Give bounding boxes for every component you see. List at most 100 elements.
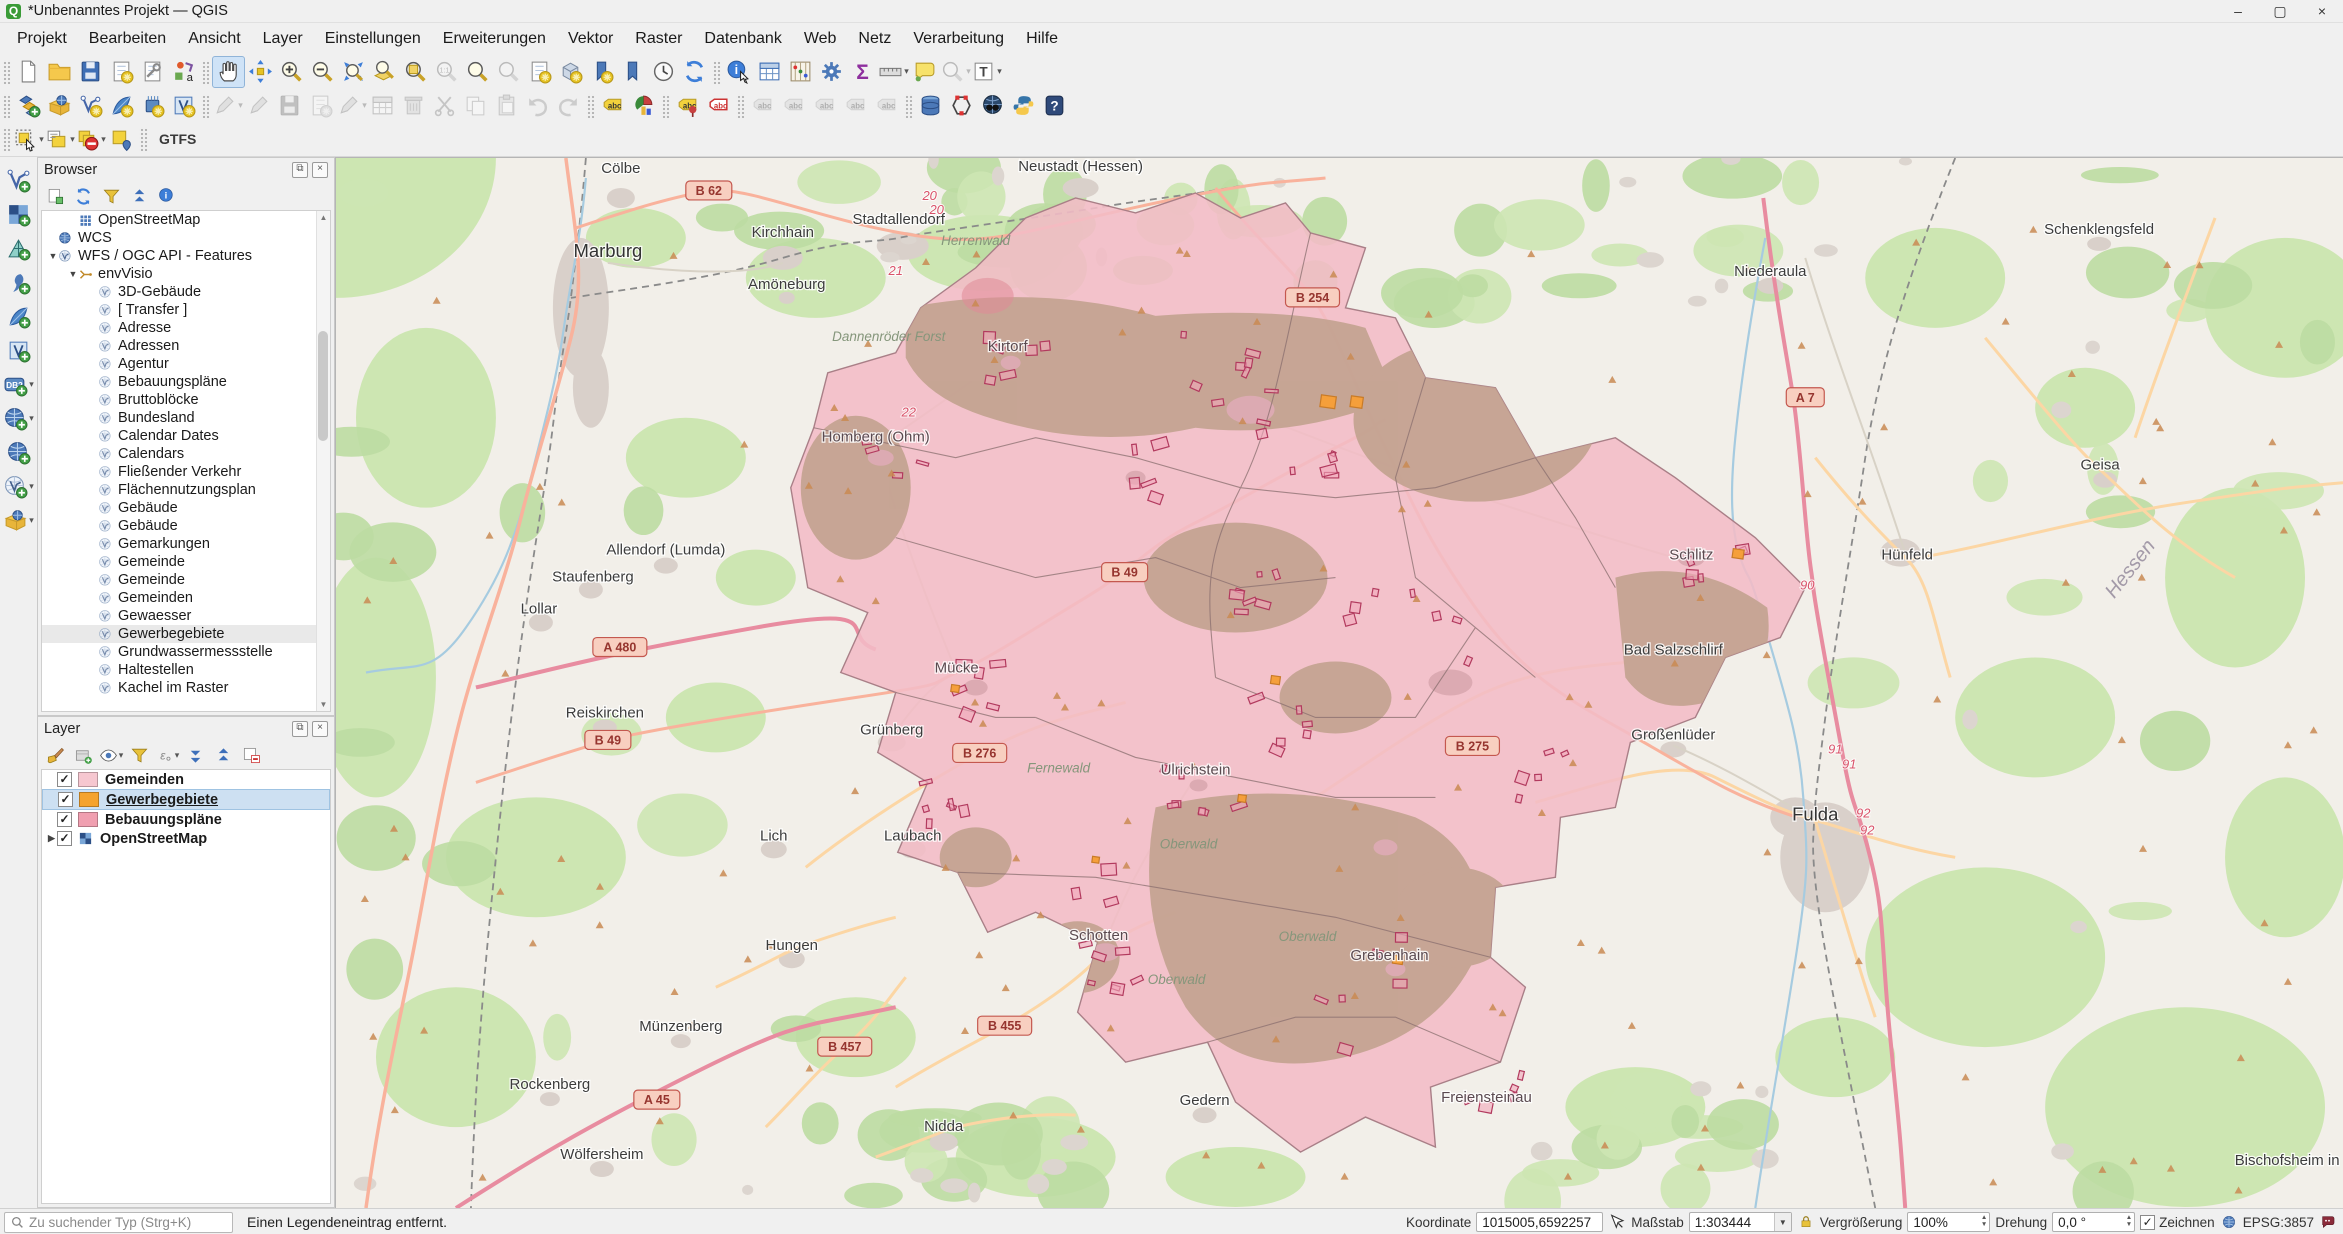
browser-item-wcs[interactable]: WCS bbox=[42, 229, 330, 247]
select-features-by-value-icon[interactable]: ▾ bbox=[44, 124, 75, 154]
gtfs-plugin-button[interactable]: GTFS bbox=[150, 127, 205, 151]
zoom-to-layer-icon[interactable] bbox=[369, 57, 400, 87]
plugin-help-icon[interactable] bbox=[1039, 91, 1070, 121]
temporal-controller-icon[interactable] bbox=[648, 57, 679, 87]
locator-search-input[interactable]: Zu suchender Typ (Strg+K) bbox=[4, 1212, 233, 1233]
layer-item-gewerbegebiete[interactable]: ✓Gewerbegebiete bbox=[42, 789, 330, 810]
crs-globe-icon[interactable] bbox=[2220, 1213, 2238, 1231]
open-data-source-manager-icon[interactable] bbox=[13, 91, 44, 121]
filter-by-expression-icon[interactable]: ▾ bbox=[154, 743, 180, 767]
menu-bearbeiten[interactable]: Bearbeiten bbox=[78, 26, 177, 52]
layer-visibility-checkbox[interactable]: ✓ bbox=[57, 812, 72, 827]
add-virtual-layer-icon[interactable] bbox=[2, 335, 35, 366]
toolbar-grip[interactable] bbox=[201, 60, 210, 84]
save-project-icon[interactable] bbox=[75, 57, 106, 87]
remove-layer-icon[interactable] bbox=[238, 743, 264, 767]
manage-map-themes-icon[interactable]: ▾ bbox=[98, 743, 124, 767]
menu-raster[interactable]: Raster bbox=[624, 26, 693, 52]
layer-item-openstreetmap[interactable]: ▶✓OpenStreetMap bbox=[42, 829, 330, 848]
browser-item-openstreetmap[interactable]: OpenStreetMap bbox=[42, 211, 330, 229]
refresh-browser-icon[interactable] bbox=[70, 184, 96, 208]
browser-item-bebauungspläne[interactable]: Bebauungspläne bbox=[42, 373, 330, 391]
toolbar-grip[interactable] bbox=[736, 94, 745, 118]
layer-labeling-options-icon[interactable] bbox=[597, 91, 628, 121]
browser-item-3d-gebäude[interactable]: 3D-Gebäude bbox=[42, 283, 330, 301]
pan-to-selection-icon[interactable] bbox=[245, 57, 276, 87]
browser-item-gemeinden[interactable]: Gemeinden bbox=[42, 589, 330, 607]
select-features-icon[interactable]: ▾ bbox=[13, 124, 44, 154]
menu-web[interactable]: Web bbox=[793, 26, 848, 52]
show-properties-widget-icon[interactable] bbox=[154, 184, 180, 208]
browser-item-calendars[interactable]: Calendars bbox=[42, 445, 330, 463]
zoom-out-icon[interactable] bbox=[307, 57, 338, 87]
toolbar-grip[interactable] bbox=[661, 94, 670, 118]
add-wfs-layer-icon[interactable]: ▾ bbox=[2, 471, 35, 502]
extents-pointer-icon[interactable] bbox=[1608, 1213, 1626, 1231]
add-db2-layer-icon[interactable]: ▾ bbox=[2, 369, 35, 400]
new-spatialite-layer-icon[interactable] bbox=[106, 91, 137, 121]
processing-toolbox-icon[interactable] bbox=[816, 57, 847, 87]
menu-ansicht[interactable]: Ansicht bbox=[177, 26, 251, 52]
maximize-button[interactable]: ▢ bbox=[2259, 0, 2301, 22]
browser-item-gewaesser[interactable]: Gewaesser bbox=[42, 607, 330, 625]
open-project-icon[interactable] bbox=[44, 57, 75, 87]
filter-legend-icon[interactable] bbox=[126, 743, 152, 767]
browser-item-gebäude[interactable]: Gebäude bbox=[42, 499, 330, 517]
new-spatial-bookmark-icon[interactable] bbox=[586, 57, 617, 87]
browser-item-envvisio[interactable]: ▼envVisio bbox=[42, 265, 330, 283]
add-delimited-text-layer-icon[interactable] bbox=[2, 267, 35, 298]
add-spatialite-layer-icon[interactable] bbox=[2, 301, 35, 332]
toolbar-grip[interactable] bbox=[712, 60, 721, 84]
layer-visibility-checkbox[interactable]: ✓ bbox=[57, 831, 72, 846]
browser-item-gewerbegebiete[interactable]: Gewerbegebiete bbox=[42, 625, 330, 643]
open-attribute-table-icon[interactable] bbox=[754, 57, 785, 87]
zoom-full-extent-icon[interactable] bbox=[338, 57, 369, 87]
layer-item-gemeinden[interactable]: ✓Gemeinden bbox=[42, 770, 330, 789]
pin-labels-icon[interactable] bbox=[672, 91, 703, 121]
browser-item-gemeinde[interactable]: Gemeinde bbox=[42, 571, 330, 589]
browser-float-button[interactable]: ⧉ bbox=[292, 162, 308, 178]
pan-map-icon[interactable] bbox=[212, 56, 245, 88]
menu-datenbank[interactable]: Datenbank bbox=[693, 26, 792, 52]
scale-combo[interactable]: 1:303444▼ bbox=[1689, 1212, 1792, 1232]
lock-scale-icon[interactable] bbox=[1797, 1213, 1815, 1231]
menu-layer[interactable]: Layer bbox=[252, 26, 314, 52]
expand-arrow-icon[interactable]: ▼ bbox=[48, 251, 58, 261]
render-checkbox[interactable]: ✓ Zeichnen bbox=[2140, 1215, 2215, 1230]
toolbar-grip[interactable] bbox=[2, 60, 11, 84]
select-by-location-icon[interactable] bbox=[106, 124, 137, 154]
add-group-icon[interactable] bbox=[70, 743, 96, 767]
db-manager-icon[interactable] bbox=[915, 91, 946, 121]
text-annotation-icon[interactable]: ▾ bbox=[971, 57, 1002, 87]
menu-erweiterungen[interactable]: Erweiterungen bbox=[432, 26, 557, 52]
menu-verarbeitung[interactable]: Verarbeitung bbox=[902, 26, 1015, 52]
scroll-up-icon[interactable]: ▲ bbox=[317, 211, 330, 224]
new-shapefile-layer-icon[interactable] bbox=[75, 91, 106, 121]
browser-item-grundwassermessstelle[interactable]: Grundwassermessstelle bbox=[42, 643, 330, 661]
zoom-last-icon[interactable] bbox=[462, 57, 493, 87]
browser-scrollbar[interactable]: ▲ ▼ bbox=[316, 211, 330, 711]
layer-item-bebauungspläne[interactable]: ✓Bebauungspläne bbox=[42, 810, 330, 829]
toolbar-grip[interactable] bbox=[2, 94, 11, 118]
browser-item-gemarkungen[interactable]: Gemarkungen bbox=[42, 535, 330, 553]
toolbar-grip[interactable] bbox=[201, 94, 210, 118]
show-statistics-icon[interactable] bbox=[847, 57, 878, 87]
menu-projekt[interactable]: Projekt bbox=[6, 26, 78, 52]
map-canvas[interactable]: MarburgFuldaCölbeNeustadt (Hessen)Stadta… bbox=[335, 157, 2343, 1208]
browser-item-haltestellen[interactable]: Haltestellen bbox=[42, 661, 330, 679]
add-selected-layers-icon[interactable] bbox=[42, 184, 68, 208]
toolbar-grip[interactable] bbox=[904, 94, 913, 118]
new-3d-map-view-icon[interactable] bbox=[555, 57, 586, 87]
collapse-all-icon[interactable] bbox=[126, 184, 152, 208]
add-wms-layer-icon[interactable]: ▾ bbox=[2, 403, 35, 434]
menu-einstellungen[interactable]: Einstellungen bbox=[314, 26, 432, 52]
metasearch-catalog-icon[interactable] bbox=[977, 91, 1008, 121]
browser-item-flächennutzungsplan[interactable]: Flächennutzungsplan bbox=[42, 481, 330, 499]
collapse-all-layers-icon[interactable] bbox=[210, 743, 236, 767]
new-project-icon[interactable] bbox=[13, 57, 44, 87]
layers-float-button[interactable]: ⧉ bbox=[292, 721, 308, 737]
browser-item-gemeinde[interactable]: Gemeinde bbox=[42, 553, 330, 571]
browser-item-bundesland[interactable]: Bundesland bbox=[42, 409, 330, 427]
browser-item--transfer-[interactable]: [ Transfer ] bbox=[42, 301, 330, 319]
style-manager-icon[interactable] bbox=[168, 57, 199, 87]
